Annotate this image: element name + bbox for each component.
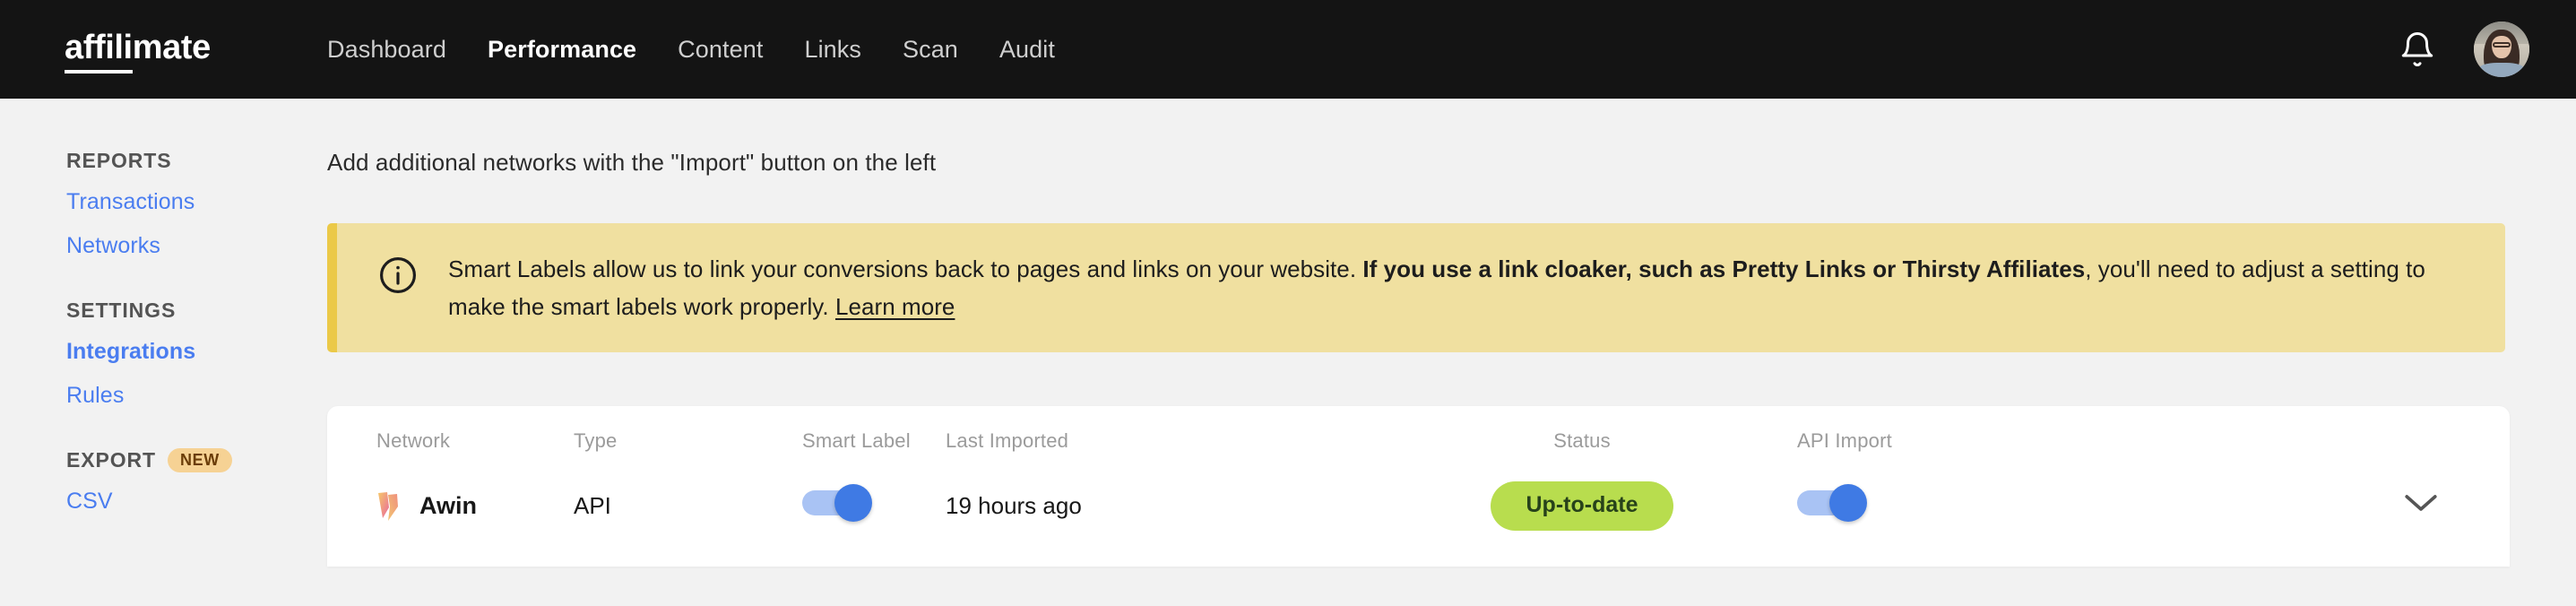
network-cell-content: Awin (376, 491, 574, 522)
cell-expand (2093, 491, 2510, 521)
sidebar-group-reports: REPORTS Transactions Networks (66, 149, 327, 259)
sidebar-item-networks[interactable]: Networks (66, 233, 327, 259)
status-badge[interactable]: Up-to-date (1491, 481, 1674, 531)
sidebar-heading-reports: REPORTS (66, 149, 327, 173)
banner-learn-more-link[interactable]: Learn more (835, 293, 955, 320)
sidebar-item-integrations[interactable]: Integrations (66, 339, 327, 365)
column-header-api-import: API Import (1797, 429, 2093, 453)
nav-right-actions (2399, 22, 2529, 77)
nav-item-scan[interactable]: Scan (903, 36, 958, 64)
cell-type: API (574, 492, 802, 520)
brand-logo[interactable]: affilimate (0, 30, 327, 69)
sidebar-item-transactions[interactable]: Transactions (66, 189, 327, 215)
column-header-status: Status (1367, 429, 1797, 453)
column-header-smart-label: Smart Label (802, 429, 946, 453)
api-import-toggle[interactable] (1797, 490, 1862, 515)
cell-api-import (1797, 490, 2093, 522)
sidebar: REPORTS Transactions Networks SETTINGS I… (0, 99, 327, 606)
sidebar-group-settings: SETTINGS Integrations Rules (66, 299, 327, 409)
brand-logo-rest: mate (133, 29, 211, 66)
table-header-row: Network Type Smart Label Last Imported S… (327, 406, 2510, 469)
sidebar-heading-export: EXPORT NEW (66, 448, 327, 472)
cell-status: Up-to-date (1367, 481, 1797, 531)
banner-text-part1: Smart Labels allow us to link your conve… (448, 255, 1362, 282)
sidebar-heading-settings: SETTINGS (66, 299, 327, 323)
sidebar-badge-new: NEW (168, 448, 232, 472)
sidebar-heading-reports-label: REPORTS (66, 149, 171, 173)
nav-item-links[interactable]: Links (804, 36, 861, 64)
intro-text: Add additional networks with the "Import… (327, 149, 2510, 177)
cell-smart-label (802, 490, 946, 522)
integrations-table-card: Network Type Smart Label Last Imported S… (327, 406, 2510, 567)
network-name: Awin (419, 492, 477, 520)
awin-logo-icon (376, 491, 400, 522)
avatar-shirt (2479, 63, 2524, 77)
sidebar-spacer-1 (66, 277, 327, 299)
nav-item-dashboard[interactable]: Dashboard (327, 36, 446, 64)
column-header-type: Type (574, 429, 802, 453)
nav-item-content[interactable]: Content (678, 36, 763, 64)
nav-item-audit[interactable]: Audit (999, 36, 1055, 64)
primary-nav-links: Dashboard Performance Content Links Scan… (327, 36, 1055, 64)
cell-network: Awin (327, 491, 574, 522)
smart-label-toggle[interactable] (802, 490, 867, 515)
main-content: Add additional networks with the "Import… (327, 99, 2576, 606)
banner-text: Smart Labels allow us to link your conve… (448, 250, 2475, 325)
column-header-last-imported: Last Imported (946, 429, 1367, 453)
page-body: REPORTS Transactions Networks SETTINGS I… (0, 99, 2576, 606)
brand-logo-text: affilimate (65, 30, 211, 69)
api-import-toggle-knob (1829, 484, 1867, 522)
avatar[interactable] (2474, 22, 2529, 77)
top-navigation-bar: affilimate Dashboard Performance Content… (0, 0, 2576, 99)
brand-logo-underlined: affili (65, 29, 133, 74)
sidebar-item-rules[interactable]: Rules (66, 383, 327, 409)
avatar-glasses (2493, 42, 2511, 48)
nav-item-performance[interactable]: Performance (488, 36, 636, 64)
banner-text-bold: If you use a link cloaker, such as Prett… (1362, 255, 2085, 282)
smart-label-toggle-knob (834, 484, 872, 522)
sidebar-group-export: EXPORT NEW CSV (66, 448, 327, 515)
info-circle-icon (376, 254, 419, 297)
sidebar-item-csv[interactable]: CSV (66, 489, 327, 515)
smart-labels-info-banner: Smart Labels allow us to link your conve… (327, 223, 2505, 352)
sidebar-spacer-2 (66, 427, 327, 448)
cell-last-imported: 19 hours ago (946, 492, 1367, 520)
column-header-network: Network (327, 429, 574, 453)
sidebar-heading-settings-label: SETTINGS (66, 299, 176, 323)
bell-icon[interactable] (2399, 30, 2436, 68)
table-row: Awin API 19 hours ago Up-to-date (327, 469, 2510, 567)
chevron-down-icon[interactable] (2402, 491, 2440, 515)
sidebar-heading-export-label: EXPORT (66, 448, 156, 472)
